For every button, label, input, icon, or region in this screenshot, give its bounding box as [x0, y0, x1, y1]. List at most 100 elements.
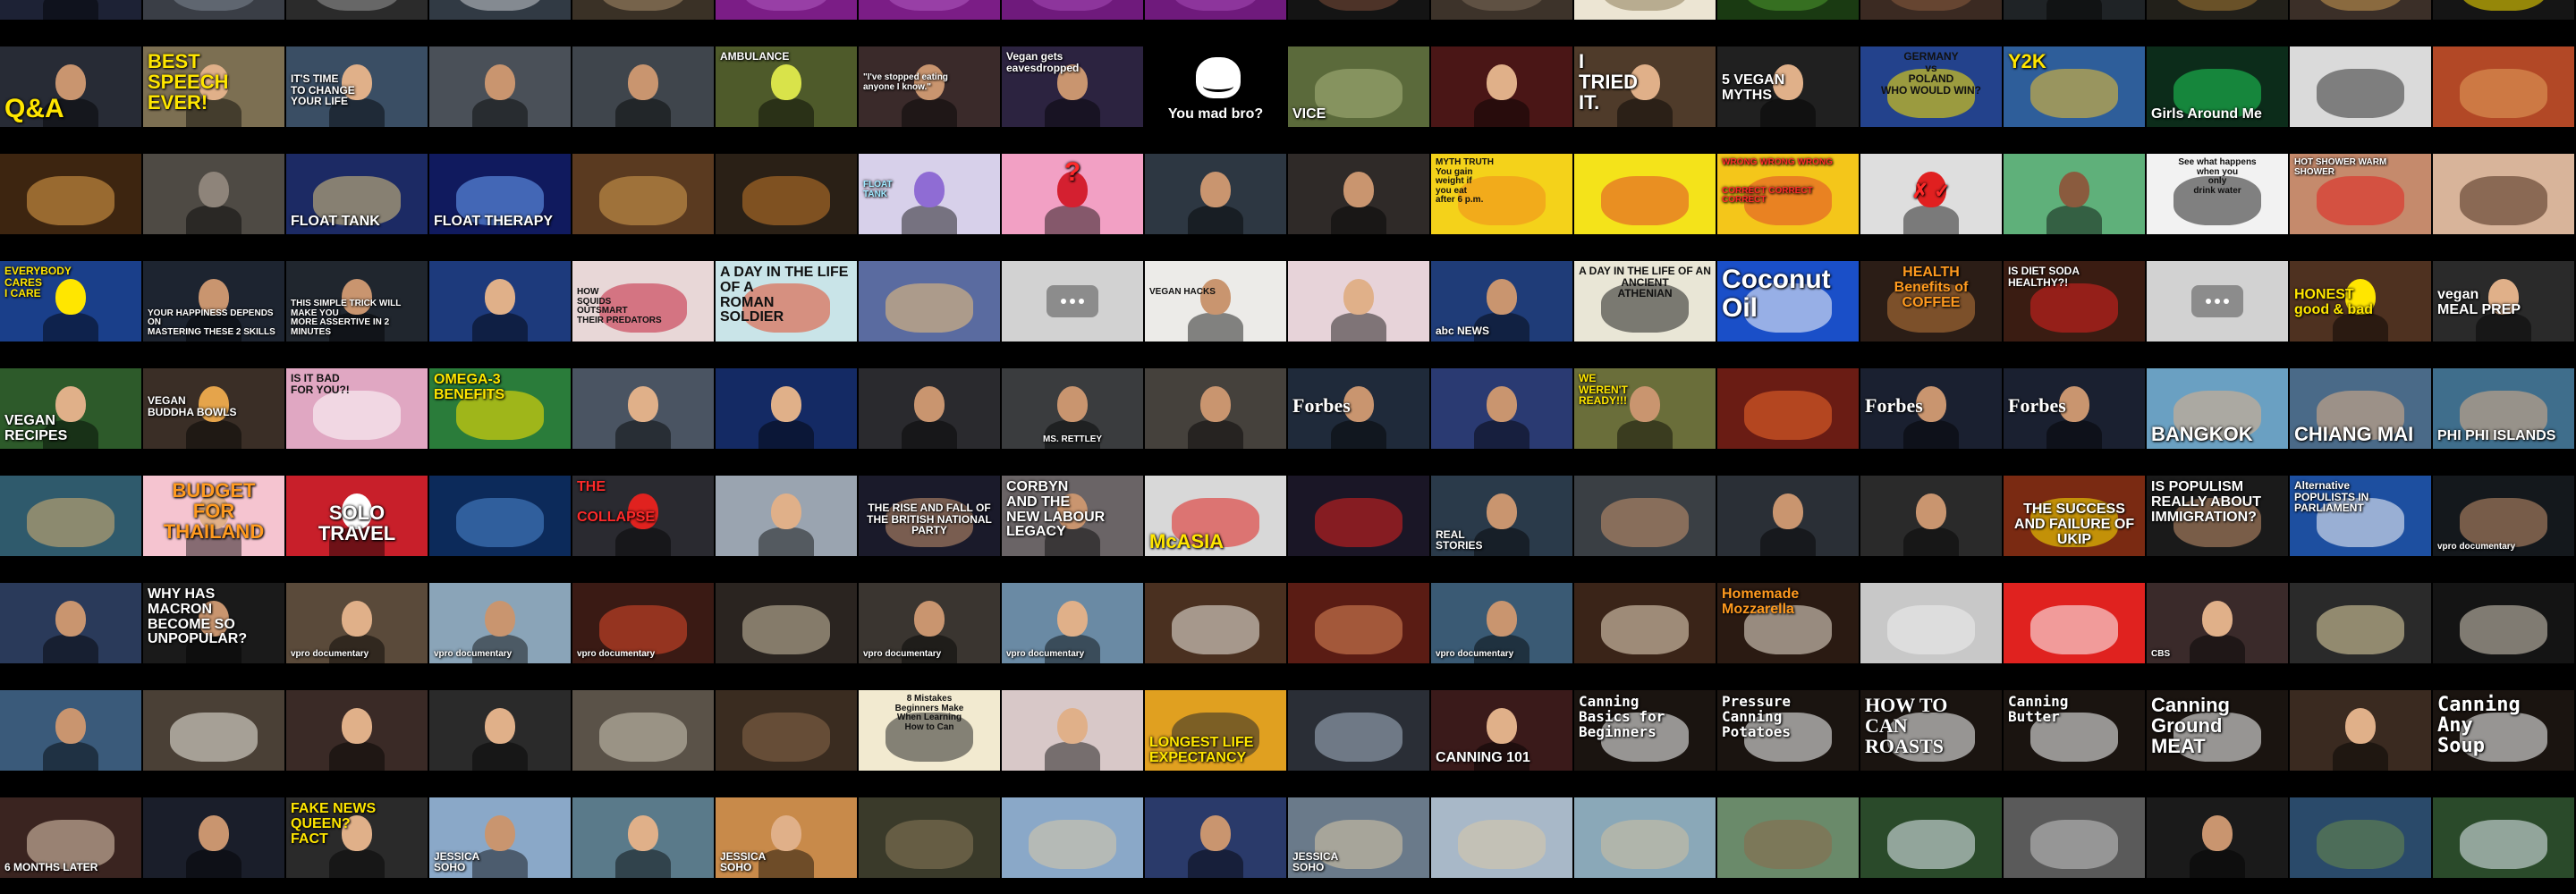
video-thumbnail[interactable]: vpro documentary [286, 583, 428, 663]
video-thumbnail[interactable] [716, 583, 857, 663]
video-thumbnail[interactable] [1574, 583, 1716, 663]
video-thumbnail[interactable]: IS IT BAD FOR YOU?! [286, 368, 428, 449]
video-thumbnail[interactable]: IS DIET SODA HEALTHY?! [2004, 261, 2145, 342]
video-thumbnail[interactable]: A DAY IN THE LIFE OF AN ANCIENT ATHENIAN [1574, 261, 1716, 342]
video-thumbnail[interactable] [2433, 46, 2574, 127]
video-thumbnail[interactable]: Forbes [1860, 368, 2002, 449]
video-thumbnail[interactable] [1002, 0, 1143, 20]
video-thumbnail[interactable] [143, 154, 284, 234]
video-thumbnail[interactable] [429, 690, 571, 771]
video-thumbnail[interactable] [572, 154, 714, 234]
video-thumbnail[interactable] [859, 368, 1000, 449]
video-thumbnail[interactable]: Forbes [2004, 368, 2145, 449]
video-thumbnail[interactable]: ✗ ✓ [1860, 154, 2002, 234]
video-thumbnail[interactable] [1288, 261, 1429, 342]
video-thumbnail[interactable] [143, 690, 284, 771]
video-thumbnail[interactable]: VICE [1288, 46, 1429, 127]
video-thumbnail[interactable] [2004, 0, 2145, 20]
video-thumbnail[interactable] [1288, 690, 1429, 771]
video-thumbnail[interactable] [1717, 476, 1859, 556]
video-thumbnail[interactable] [1431, 368, 1572, 449]
video-thumbnail-placeholder[interactable] [1002, 261, 1143, 342]
video-thumbnail[interactable]: FLOAT THERAPY [429, 154, 571, 234]
video-thumbnail[interactable] [1002, 690, 1143, 771]
video-thumbnail[interactable] [716, 0, 857, 20]
video-thumbnail[interactable]: FLOAT TANK [286, 154, 428, 234]
video-thumbnail[interactable] [1288, 154, 1429, 234]
video-thumbnail[interactable]: MYTH TRUTH You gain weight if you eat af… [1431, 154, 1572, 234]
video-thumbnail[interactable] [2433, 154, 2574, 234]
video-thumbnail[interactable]: Homemade Mozzarella [1717, 583, 1859, 663]
video-thumbnail[interactable] [1574, 154, 1716, 234]
video-thumbnail[interactable] [1002, 797, 1143, 878]
video-thumbnail[interactable] [1574, 476, 1716, 556]
video-thumbnail[interactable] [1145, 368, 1286, 449]
video-thumbnail[interactable]: FLOAT TANK [859, 154, 1000, 234]
video-thumbnail[interactable]: VEGAN RECIPES [0, 368, 141, 449]
video-thumbnail[interactable]: Pressure Canning Potatoes [1717, 690, 1859, 771]
video-thumbnail[interactable]: LONGEST LIFE EXPECTANCY [1145, 690, 1286, 771]
video-thumbnail[interactable] [2290, 46, 2431, 127]
video-thumbnail[interactable] [429, 476, 571, 556]
video-thumbnail[interactable] [2290, 583, 2431, 663]
video-thumbnail[interactable] [1145, 0, 1286, 20]
video-thumbnail[interactable]: Canning Basics for Beginners [1574, 690, 1716, 771]
video-thumbnail[interactable]: 6 MONTHS LATER [0, 797, 141, 878]
video-thumbnail[interactable] [572, 46, 714, 127]
video-thumbnail[interactable]: PHI PHI ISLANDS [2433, 368, 2574, 449]
video-thumbnail[interactable] [2433, 797, 2574, 878]
video-thumbnail[interactable]: "I've stopped eating anyone I know." [859, 46, 1000, 127]
video-thumbnail[interactable] [716, 690, 857, 771]
video-thumbnail[interactable]: Canning Ground MEAT [2147, 690, 2288, 771]
video-thumbnail[interactable]: HOW SQUIDS OUTSMART THEIR PREDATORS [572, 261, 714, 342]
video-thumbnail[interactable]: McASIA [1145, 476, 1286, 556]
video-thumbnail[interactable] [2147, 797, 2288, 878]
video-thumbnail[interactable]: Canning Any Soup [2433, 690, 2574, 771]
video-thumbnail[interactable]: Girls Around Me [2147, 46, 2288, 127]
video-thumbnail[interactable] [1145, 797, 1286, 878]
video-thumbnail-placeholder[interactable] [2147, 261, 2288, 342]
video-thumbnail[interactable] [0, 690, 141, 771]
video-thumbnail[interactable] [859, 261, 1000, 342]
video-thumbnail[interactable] [716, 476, 857, 556]
video-thumbnail[interactable]: VICE [1860, 0, 2002, 20]
video-thumbnail[interactable] [2290, 690, 2431, 771]
video-thumbnail[interactable] [1860, 583, 2002, 663]
video-thumbnail[interactable] [572, 0, 714, 20]
video-thumbnail[interactable] [1288, 476, 1429, 556]
video-thumbnail[interactable]: THE COLLAPSE [572, 476, 714, 556]
video-thumbnail[interactable]: one year update [1574, 0, 1716, 20]
video-thumbnail[interactable]: BEST SPEECH EVER! [143, 46, 284, 127]
video-thumbnail[interactable]: vpro documentary [429, 583, 571, 663]
video-thumbnail[interactable]: MS. RETTLEY [1002, 368, 1143, 449]
video-thumbnail[interactable]: vpro documentary [1431, 583, 1572, 663]
video-thumbnail[interactable] [1431, 46, 1572, 127]
video-thumbnail[interactable] [2147, 0, 2288, 20]
video-thumbnail[interactable]: JESSICA SOHO [716, 797, 857, 878]
video-thumbnail[interactable]: EVERYBODY CARES I CARE [0, 261, 141, 342]
video-thumbnail[interactable] [2290, 797, 2431, 878]
video-thumbnail[interactable]: 8 Mistakes Beginners Make When Learning … [859, 690, 1000, 771]
video-thumbnail[interactable]: IS POPULISM REALLY ABOUT IMMIGRATION? [2147, 476, 2288, 556]
video-thumbnail[interactable] [2004, 797, 2145, 878]
video-thumbnail[interactable] [2004, 583, 2145, 663]
video-thumbnail[interactable]: OMEGA-3 BENEFITS [429, 368, 571, 449]
video-thumbnail[interactable]: A DAY IN THE LIFE OF A ROMAN SOLDIER [716, 261, 857, 342]
video-thumbnail[interactable]: FAKE NEWS QUEEN? FACT [286, 797, 428, 878]
video-thumbnail[interactable] [1717, 368, 1859, 449]
video-thumbnail[interactable]: AMBULANCE [716, 46, 857, 127]
video-thumbnail[interactable]: 5 VEGAN MYTHS [1717, 46, 1859, 127]
video-thumbnail[interactable]: WRONG WRONG WRONG CORRECT CORRECT CORREC… [1717, 154, 1859, 234]
video-thumbnail[interactable] [1288, 583, 1429, 663]
video-thumbnail[interactable]: News HBO [0, 0, 141, 20]
video-thumbnail[interactable] [572, 690, 714, 771]
video-thumbnail[interactable]: CANNING 101 [1431, 690, 1572, 771]
video-thumbnail[interactable]: REAL STORIES [1431, 476, 1572, 556]
video-thumbnail[interactable]: THE SUCCESS AND FAILURE OF UKIP [2004, 476, 2145, 556]
video-thumbnail[interactable]: JESSICA SOHO [1288, 797, 1429, 878]
video-thumbnail[interactable]: VEGAN BUDDHA BOWLS [143, 368, 284, 449]
video-thumbnail[interactable] [286, 0, 428, 20]
video-thumbnail[interactable] [1145, 154, 1286, 234]
video-thumbnail[interactable] [1574, 797, 1716, 878]
video-thumbnail[interactable]: CORBYN AND THE NEW LABOUR LEGACY [1002, 476, 1143, 556]
